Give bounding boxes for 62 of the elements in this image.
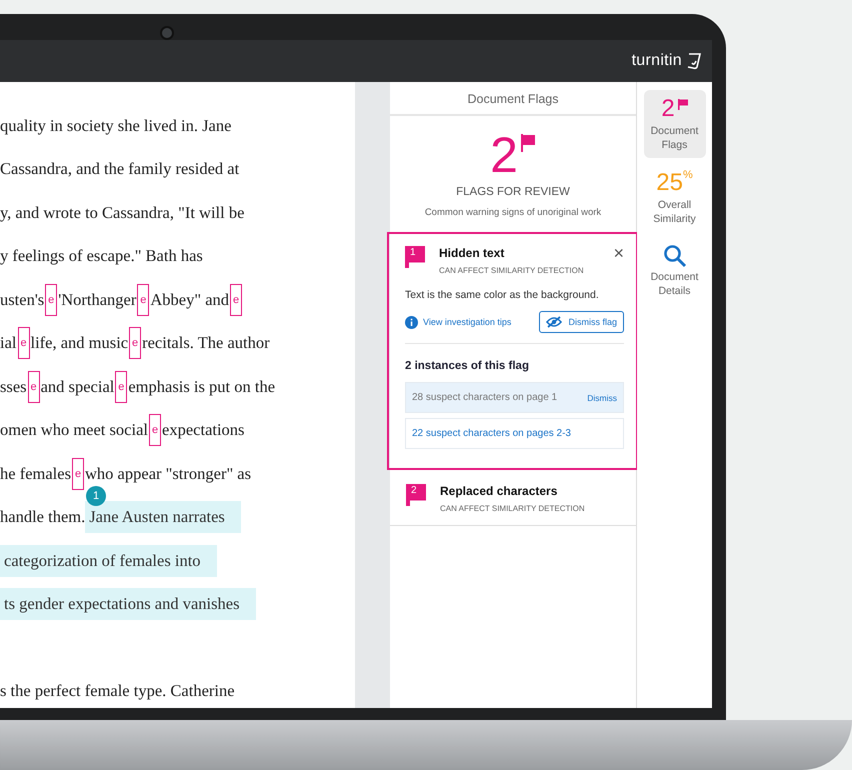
highlighted-text[interactable]: categorization of females into (0, 544, 217, 577)
document-text: sses (0, 376, 27, 397)
panel-title: Document Flags (390, 82, 636, 116)
rail-tab[interactable]: 25$^{%}$ Overall Similarity (644, 164, 706, 232)
flags-label: FLAGS FOR REVIEW (456, 186, 570, 198)
document-text: Abbey" and (150, 290, 230, 310)
document-text: usten's (0, 290, 44, 310)
hidden-character[interactable]: e (230, 284, 242, 316)
brand-logo: turnitin (632, 52, 682, 70)
document-text: who appear "stronger" as (85, 464, 252, 484)
eye-slash-icon (546, 316, 562, 328)
highlighted-text[interactable]: ts gender expectations and vanishes (0, 588, 256, 620)
hidden-character[interactable]: e (72, 458, 84, 490)
document-text: y feelings of escape." Bath has (0, 246, 203, 266)
hidden-character[interactable]: e (28, 370, 40, 403)
numbered-flag-icon: 1 (405, 246, 425, 268)
document-text: omen who meet social (0, 420, 148, 440)
rail-tab[interactable]: Document Details (644, 238, 706, 304)
numbered-flag-icon: 2 (406, 484, 426, 506)
document-text: he females (0, 464, 72, 484)
flag-title: Hidden text (439, 246, 506, 260)
flag-icon (520, 134, 536, 152)
flag-count: 2 (490, 130, 518, 180)
search-icon (662, 244, 686, 268)
camera-icon (160, 26, 174, 40)
hidden-character[interactable]: e (45, 284, 58, 316)
flag-title: Replaced characters (440, 484, 558, 498)
instance-item[interactable]: 28 suspect characters on page 1 Dismiss (405, 382, 624, 413)
flag-card[interactable] (387, 232, 638, 470)
document-text: s the perfect female type. Catherine (0, 681, 235, 702)
document-text: and special (40, 376, 114, 397)
document-text: quality in society she lived in. Jane (0, 116, 232, 136)
highlighted-text[interactable]: Jane Austen narrates (85, 501, 241, 534)
document-text: expectations (162, 420, 244, 440)
flag-card[interactable]: 2 Replaced characters CAN AFFECT SIMILARITY DETECTION (390, 470, 636, 526)
instances-heading: 2 instances of this flag (405, 360, 530, 372)
document-text: emphasis is put on the (128, 376, 276, 397)
rail-tab[interactable]: 2 Document Flags (644, 90, 706, 158)
info-icon (405, 316, 418, 328)
flag-subtitle: CAN AFFECT SIMILARITY DETECTION (440, 504, 586, 513)
flags-subtitle: Common warning signs of unoriginal work (424, 207, 602, 218)
document-text: handle them. (0, 507, 86, 528)
hidden-character[interactable]: e (18, 327, 30, 360)
dismiss-link[interactable]: Dismiss (587, 392, 617, 402)
flag-icon (678, 99, 688, 110)
document-text: ial (0, 333, 16, 354)
match-badge[interactable]: 1 (86, 486, 106, 506)
hidden-character[interactable]: e (149, 414, 162, 446)
hidden-character[interactable]: e (137, 284, 150, 316)
document-text: y, and wrote to Cassandra, "It will be (0, 202, 244, 223)
instance-item[interactable]: 22 suspect characters on pages 2-3 (405, 418, 624, 449)
flag-subtitle: CAN AFFECT SIMILARITY DETECTION (439, 266, 585, 275)
flag-description: Text is the same color as the background. (405, 289, 600, 301)
hidden-character[interactable]: e (115, 370, 128, 403)
document-text: 'Northanger (58, 290, 136, 310)
document-text: recitals. The author (142, 333, 270, 354)
investigation-tips-link[interactable]: View investigation tips (423, 317, 534, 327)
hidden-character[interactable]: e (129, 327, 142, 360)
document-text: Cassandra, and the family resided at (0, 159, 240, 180)
document-text: life, and music (30, 333, 128, 354)
close-button[interactable]: × (613, 246, 624, 260)
dismiss-flag-button[interactable]: Dismiss flag (539, 311, 624, 333)
